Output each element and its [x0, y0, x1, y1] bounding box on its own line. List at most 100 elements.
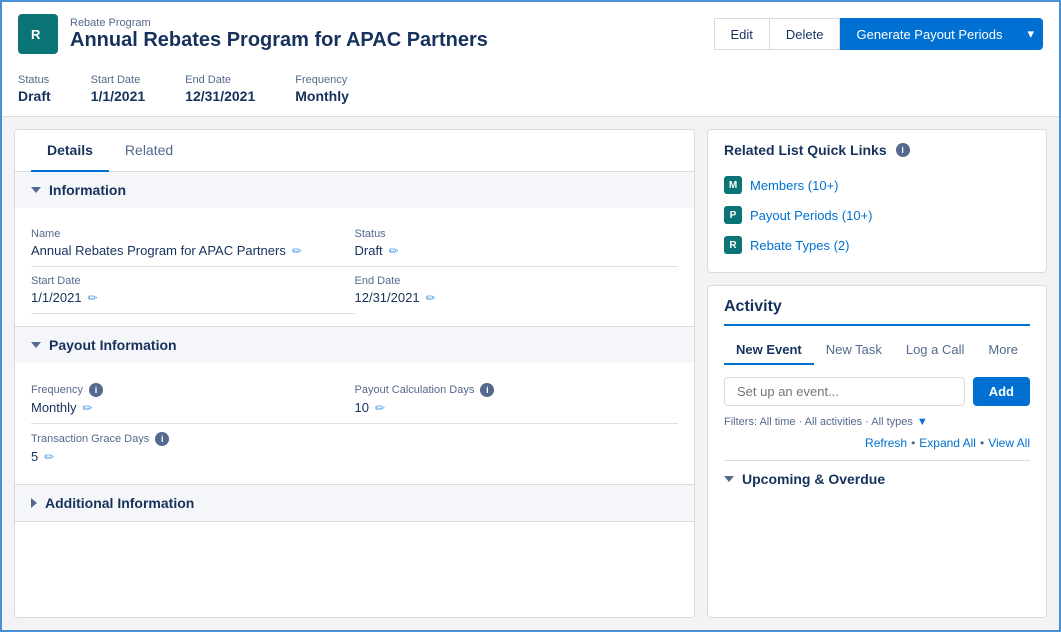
activity-links: Refresh • Expand All • View All	[724, 436, 1030, 450]
meta-frequency-label: Frequency	[295, 74, 349, 86]
activity-tab-more[interactable]: More	[976, 336, 1030, 365]
information-section-header[interactable]: Information	[15, 172, 694, 208]
edit-button[interactable]: Edit	[714, 18, 770, 50]
meta-start-value: 1/1/2021	[91, 88, 146, 104]
field-frequency: Frequency i Monthly ✏	[31, 375, 355, 424]
add-event-button[interactable]: Add	[973, 377, 1030, 406]
right-panel: Related List Quick Links i M Members (10…	[707, 129, 1047, 618]
header-brand: R Rebate Program Annual Rebates Program …	[18, 14, 488, 54]
rebate-types-link-label: Rebate Types (2)	[750, 238, 849, 253]
upcoming-chevron-icon	[724, 476, 734, 482]
quick-links-title: Related List Quick Links i	[724, 142, 1030, 158]
header-top: R Rebate Program Annual Rebates Program …	[18, 14, 1043, 66]
field-start-edit-icon[interactable]: ✏	[88, 291, 98, 305]
information-fields-grid: Name Annual Rebates Program for APAC Par…	[31, 220, 678, 314]
svg-text:R: R	[31, 27, 41, 42]
activity-tabs: New Event New Task Log a Call More	[724, 336, 1030, 365]
left-panel: Details Related Information Name Annual …	[14, 129, 695, 618]
additional-section-header[interactable]: Additional Information	[15, 485, 694, 521]
dropdown-chevron-icon: ▾	[1027, 26, 1034, 41]
field-name-edit-icon[interactable]: ✏	[292, 244, 302, 258]
event-input[interactable]	[724, 377, 965, 406]
field-status-edit-icon[interactable]: ✏	[389, 244, 399, 258]
filters-row: Filters: All time · All activities · All…	[724, 416, 1030, 428]
meta-frequency: Frequency Monthly	[295, 74, 349, 104]
field-end-edit-icon[interactable]: ✏	[426, 291, 436, 305]
quick-links-panel: Related List Quick Links i M Members (10…	[707, 129, 1047, 273]
brand-text: Rebate Program Annual Rebates Program fo…	[70, 17, 488, 52]
payout-section-header[interactable]: Payout Information	[15, 327, 694, 363]
activity-panel: Activity New Event New Task Log a Call M…	[707, 285, 1047, 618]
field-payout-calc-days: Payout Calculation Days i 10 ✏	[355, 375, 679, 424]
quick-link-rebate-types[interactable]: R Rebate Types (2)	[724, 230, 1030, 260]
grace-days-info-icon[interactable]: i	[155, 432, 169, 446]
meta-frequency-value: Monthly	[295, 88, 349, 104]
payout-section-title: Payout Information	[49, 337, 177, 353]
generate-payout-button[interactable]: Generate Payout Periods	[840, 18, 1019, 50]
meta-start-label: Start Date	[91, 74, 146, 86]
members-link-icon: M	[724, 176, 742, 194]
delete-button[interactable]: Delete	[770, 18, 841, 50]
activity-tab-log-call[interactable]: Log a Call	[894, 336, 977, 365]
refresh-link[interactable]: Refresh	[865, 436, 907, 450]
activity-title: Activity	[724, 298, 1030, 326]
field-transaction-grace-days: Transaction Grace Days i 5 ✏	[31, 424, 355, 472]
meta-status-value: Draft	[18, 88, 51, 104]
page-header: R Rebate Program Annual Rebates Program …	[2, 2, 1059, 117]
quick-links-list: M Members (10+) P Payout Periods (10+) R…	[724, 170, 1030, 260]
field-status: Status Draft ✏	[355, 220, 679, 267]
activity-tab-new-event[interactable]: New Event	[724, 336, 814, 365]
upcoming-label: Upcoming & Overdue	[742, 471, 885, 487]
activity-tab-new-task[interactable]: New Task	[814, 336, 894, 365]
field-grace-days-edit-icon[interactable]: ✏	[44, 450, 54, 464]
field-name: Name Annual Rebates Program for APAC Par…	[31, 220, 355, 267]
brand-icon: R	[18, 14, 58, 54]
upcoming-section: Upcoming & Overdue	[724, 460, 1030, 487]
additional-section: Additional Information	[15, 485, 694, 522]
information-section: Information Name Annual Rebates Program …	[15, 172, 694, 327]
quick-link-members[interactable]: M Members (10+)	[724, 170, 1030, 200]
view-all-link[interactable]: View All	[988, 436, 1030, 450]
event-input-row: Add	[724, 377, 1030, 406]
quick-links-info-icon[interactable]: i	[896, 143, 910, 157]
meta-start-date: Start Date 1/1/2021	[91, 74, 146, 104]
information-section-title: Information	[49, 182, 126, 198]
additional-chevron-icon	[31, 498, 37, 508]
payout-section: Payout Information Frequency i Monthly ✏	[15, 327, 694, 485]
tab-details[interactable]: Details	[31, 130, 109, 172]
meta-status-label: Status	[18, 74, 51, 86]
generate-dropdown-button[interactable]: ▾	[1019, 18, 1043, 50]
additional-section-title: Additional Information	[45, 495, 194, 511]
detail-tabs: Details Related	[15, 130, 694, 172]
field-frequency-value: Monthly	[31, 400, 77, 415]
header-meta: Status Draft Start Date 1/1/2021 End Dat…	[18, 66, 1043, 116]
header-actions: Edit Delete Generate Payout Periods ▾	[714, 18, 1044, 50]
field-payout-calc-edit-icon[interactable]: ✏	[375, 401, 385, 415]
filter-icon[interactable]: ▼	[917, 416, 928, 428]
payout-calc-info-icon[interactable]: i	[480, 383, 494, 397]
quick-link-payout-periods[interactable]: P Payout Periods (10+)	[724, 200, 1030, 230]
payout-fields-grid: Frequency i Monthly ✏ Payout Calculation…	[31, 375, 678, 472]
field-payout-calc-value: 10	[355, 400, 369, 415]
rebate-types-link-icon: R	[724, 236, 742, 254]
payout-periods-link-label: Payout Periods (10+)	[750, 208, 872, 223]
tab-related[interactable]: Related	[109, 130, 189, 172]
filters-text: Filters: All time · All activities · All…	[724, 416, 913, 428]
payout-section-body: Frequency i Monthly ✏ Payout Calculation…	[15, 363, 694, 484]
upcoming-header[interactable]: Upcoming & Overdue	[724, 471, 1030, 487]
meta-end-value: 12/31/2021	[185, 88, 255, 104]
members-link-label: Members (10+)	[750, 178, 839, 193]
main-content: Details Related Information Name Annual …	[2, 117, 1059, 630]
field-start-date: Start Date 1/1/2021 ✏	[31, 267, 355, 314]
information-section-body: Name Annual Rebates Program for APAC Par…	[15, 208, 694, 326]
field-start-date-value: 1/1/2021	[31, 290, 82, 305]
field-end-date-value: 12/31/2021	[355, 290, 420, 305]
information-chevron-icon	[31, 187, 41, 193]
meta-status: Status Draft	[18, 74, 51, 104]
field-end-date: End Date 12/31/2021 ✏	[355, 267, 679, 314]
frequency-info-icon[interactable]: i	[89, 383, 103, 397]
meta-end-date: End Date 12/31/2021	[185, 74, 255, 104]
field-frequency-edit-icon[interactable]: ✏	[83, 401, 93, 415]
field-status-value: Draft	[355, 243, 383, 258]
expand-all-link[interactable]: Expand All	[919, 436, 976, 450]
